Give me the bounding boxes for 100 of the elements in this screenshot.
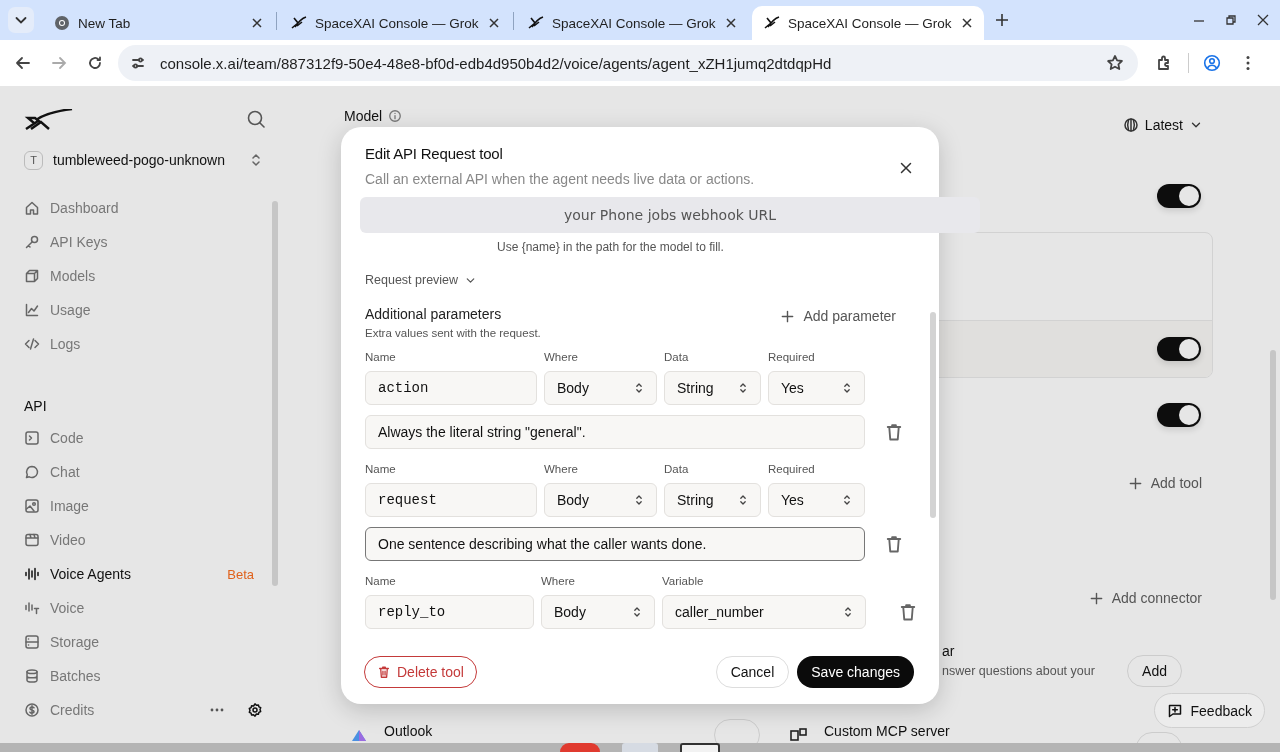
nav-item[interactable]: Dashboard (24, 191, 256, 225)
trash-icon[interactable] (898, 602, 918, 622)
select-field[interactable]: Body (544, 371, 657, 405)
add-link[interactable]: Add connector (1088, 590, 1202, 606)
address-bar[interactable]: console.x.ai/team/887312f9-50e4-48e8-bf0d-edb4d950b4d2/voice/agents/agent_xZH1jumq2dtdqpHd (118, 45, 1138, 81)
version-dropdown[interactable]: Latest (1122, 117, 1203, 133)
server-icon (24, 634, 40, 650)
field-label: Where (544, 351, 579, 365)
field-label: Data (664, 463, 690, 477)
nav-item[interactable]: Batches (24, 659, 256, 693)
team-switcher[interactable]: T tumbleweed-pogo-unknown (24, 148, 280, 172)
message-plus-icon (1166, 702, 1183, 719)
nav-item[interactable]: Credits (24, 693, 187, 727)
image-icon (24, 498, 40, 514)
back-icon[interactable] (14, 54, 32, 72)
taskbar-icon[interactable] (680, 743, 720, 752)
waveform-icon (24, 566, 40, 582)
request-preview-toggle[interactable]: Request preview (365, 273, 939, 287)
select-field[interactable]: Body (544, 483, 657, 517)
browser-tab[interactable]: SpaceXAI Console — Grok (279, 6, 511, 40)
nav-item[interactable]: Chat (24, 455, 256, 489)
input-field[interactable]: Always the literal string "general". (365, 415, 865, 449)
field-label: Name (365, 575, 397, 589)
add-link[interactable]: Add tool (1127, 475, 1202, 491)
delete-button[interactable]: Delete tool (364, 656, 477, 688)
database-icon (24, 668, 40, 684)
connector-title: Outlook (384, 723, 434, 739)
logo-icon[interactable] (24, 108, 74, 130)
cancel-button[interactable]: Cancel (715, 656, 790, 688)
scrollbar[interactable] (930, 312, 936, 518)
field-label: Where (544, 463, 579, 477)
team-name: tumbleweed-pogo-unknown (53, 152, 226, 168)
select-field[interactable]: caller_number (662, 595, 866, 629)
nav-item[interactable]: Logs (24, 327, 256, 361)
field-label: Required (768, 351, 816, 365)
toggle-switch[interactable] (1157, 184, 1201, 208)
browser-tab[interactable]: New Tab (42, 6, 274, 40)
site-settings-icon[interactable] (130, 55, 146, 71)
nav-item[interactable]: Models (24, 259, 256, 293)
code-icon (24, 336, 40, 352)
trash-icon (377, 665, 391, 679)
tab-title: SpaceXAI Console — Grok (788, 15, 952, 31)
save-button[interactable]: Save changes (797, 656, 914, 688)
toggle-switch[interactable] (1157, 403, 1201, 427)
settings-icon[interactable] (247, 702, 263, 718)
nav-item[interactable]: Voice Agents Beta (24, 557, 256, 591)
input-field[interactable]: action (365, 371, 537, 405)
connector-button[interactable]: Add (1127, 655, 1182, 687)
scrollbar[interactable] (1270, 350, 1276, 600)
section-title: Additional parameters (365, 306, 503, 322)
scrollbar[interactable] (272, 201, 278, 586)
connector-title: ar (942, 643, 956, 659)
beta-label: Beta (227, 566, 254, 582)
nav-item[interactable]: API Keys (24, 225, 256, 259)
nav-item[interactable]: Code (24, 421, 256, 455)
clapperboard-icon (24, 532, 40, 548)
nav-item[interactable]: Voice (24, 591, 256, 625)
star-icon[interactable] (1106, 54, 1124, 72)
input-field[interactable]: One sentence describing what the caller wants done. (365, 527, 865, 561)
field-label: Name (365, 463, 397, 477)
url-text: console.x.ai/team/887312f9-50e4-48e8-bf0d-edb4d950b4d2/voice/agents/agent_xZH1jumq2dtdqpHd (160, 54, 833, 72)
select-field[interactable]: Yes (768, 371, 865, 405)
trash-icon[interactable] (884, 534, 904, 554)
browser-tab[interactable]: SpaceXAI Console — Grok (516, 6, 748, 40)
plug-icon (790, 727, 808, 743)
profile-icon[interactable] (1203, 54, 1221, 72)
plus-icon (1127, 475, 1143, 491)
nav-item[interactable]: Usage (24, 293, 256, 327)
dialog-subtitle: Call an external API when the agent needs live data or actions. (365, 171, 755, 187)
close-icon[interactable] (250, 16, 264, 30)
feedback-button[interactable]: Feedback (1153, 693, 1265, 728)
tab-search-button[interactable] (8, 7, 34, 33)
select-field[interactable]: Yes (768, 483, 865, 517)
dollar-coin-icon (24, 702, 40, 718)
search-icon[interactable] (247, 110, 265, 128)
trash-icon[interactable] (884, 422, 904, 442)
input-field[interactable]: request (365, 483, 537, 517)
reload-icon[interactable] (86, 54, 104, 72)
tab-title: SpaceXAI Console — Grok (315, 15, 479, 31)
url-suggestion[interactable]: your Phone jobs webhook URL (360, 197, 980, 233)
select-field[interactable]: String (664, 483, 761, 517)
browser-tab[interactable]: SpaceXAI Console — Grok (752, 6, 984, 40)
new-tab-icon[interactable] (994, 12, 1010, 28)
nav-item[interactable]: Storage (24, 625, 256, 659)
add-parameter-button[interactable]: Add parameter (780, 308, 896, 324)
tab-title: New Tab (78, 15, 132, 31)
toggle-switch[interactable] (1157, 337, 1201, 361)
close-icon[interactable] (1256, 13, 1270, 27)
close-icon[interactable] (724, 16, 738, 30)
info-icon (388, 109, 403, 123)
dialog-title: Edit API Request tool (365, 145, 504, 162)
close-icon[interactable] (487, 16, 501, 30)
nav-item[interactable]: Video (24, 523, 256, 557)
input-field[interactable]: reply_to (365, 595, 534, 629)
close-icon[interactable] (960, 16, 974, 30)
close-icon[interactable] (898, 160, 914, 176)
restore-icon[interactable] (1224, 13, 1238, 27)
select-field[interactable]: Body (541, 595, 655, 629)
select-field[interactable]: String (664, 371, 761, 405)
nav-item[interactable]: Image (24, 489, 256, 523)
